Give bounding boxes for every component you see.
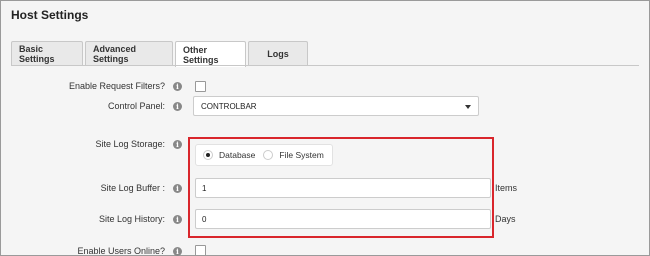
radio-database-label[interactable]: Database (219, 150, 255, 160)
info-icon[interactable]: i (173, 247, 182, 256)
info-icon[interactable]: i (173, 215, 182, 224)
chevron-down-icon (465, 105, 471, 109)
enable-request-filters-checkbox[interactable] (195, 81, 206, 92)
tab-other-settings[interactable]: Other Settings (175, 41, 246, 67)
site-log-history-input[interactable]: 0 (195, 209, 491, 229)
site-log-buffer-input[interactable]: 1 (195, 178, 491, 198)
enable-users-online-checkbox[interactable] (195, 245, 206, 256)
control-panel-select[interactable]: CONTROLBAR (193, 96, 479, 116)
info-icon[interactable]: i (173, 140, 182, 149)
site-log-history-value: 0 (202, 214, 207, 224)
site-log-storage-radio-group: Database File System (195, 144, 333, 166)
enable-request-filters-label: Enable Request Filters? (68, 81, 165, 91)
tab-basic-settings[interactable]: Basic Settings (11, 41, 83, 66)
tab-advanced-settings[interactable]: Advanced Settings (85, 41, 173, 66)
tab-divider (11, 65, 639, 66)
site-log-history-label: Site Log History: (98, 214, 165, 224)
radio-file-system[interactable] (263, 150, 274, 160)
site-log-buffer-value: 1 (202, 183, 207, 193)
info-icon[interactable]: i (173, 102, 182, 111)
site-log-buffer-unit: Items (495, 183, 518, 193)
radio-file-system-label[interactable]: File System (279, 150, 323, 160)
info-icon[interactable]: i (173, 82, 182, 91)
tab-logs[interactable]: Logs (248, 41, 308, 66)
site-log-buffer-label: Site Log Buffer : (100, 183, 165, 193)
enable-users-online-label: Enable Users Online? (77, 246, 165, 256)
settings-tabs: Basic Settings Advanced Settings Other S… (11, 41, 308, 67)
control-panel-value: CONTROLBAR (201, 101, 257, 111)
control-panel-label: Control Panel: (107, 101, 165, 111)
settings-panel: Host Settings Basic Settings Advanced Se… (0, 0, 650, 256)
radio-database[interactable] (203, 150, 213, 160)
site-log-history-unit: Days (495, 214, 516, 224)
info-icon[interactable]: i (173, 184, 182, 193)
page-title: Host Settings (11, 8, 89, 22)
site-log-storage-label: Site Log Storage: (95, 139, 165, 149)
